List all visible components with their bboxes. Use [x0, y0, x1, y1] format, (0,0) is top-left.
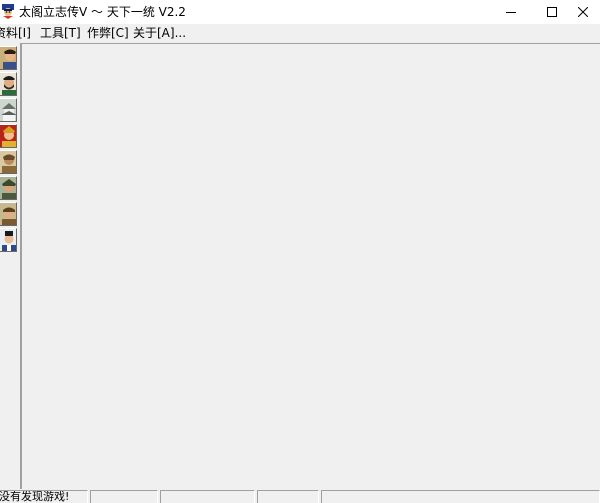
mdi-workspace[interactable] — [21, 43, 600, 489]
portrait-man-icon — [0, 47, 16, 69]
maximize-icon — [547, 7, 557, 17]
close-icon — [577, 7, 588, 17]
status-bar: 没有发现游戏! — [0, 489, 600, 503]
scholar-portrait-icon — [0, 229, 16, 251]
app-character-icon[interactable] — [0, 3, 16, 19]
menu-item-about[interactable]: 关于[A]... — [133, 25, 186, 42]
close-button[interactable] — [565, 0, 600, 24]
toolbar-button-monk[interactable] — [0, 202, 17, 226]
status-panel-4 — [257, 490, 319, 503]
portrait-bearded-man-icon — [0, 73, 16, 95]
title-bar[interactable]: 太阁立志传V ～ 天下一统 V2.2 — [0, 0, 600, 24]
menu-item-cheat[interactable]: 作弊[C] — [87, 25, 129, 42]
client-area — [0, 43, 600, 489]
toolbar-button-castle[interactable] — [0, 98, 17, 122]
window-title: 太阁立志传V ～ 天下一统 V2.2 — [19, 5, 186, 19]
toolbar-button-portrait-man[interactable] — [0, 46, 17, 70]
toolbar-button-scholar[interactable] — [0, 228, 17, 252]
toolbar-button-warrior[interactable] — [0, 176, 17, 200]
monk-portrait-icon — [0, 203, 16, 225]
menu-item-tools[interactable]: 工具[T] — [40, 25, 81, 42]
castle-icon — [0, 99, 16, 121]
lord-portrait-icon — [0, 125, 16, 147]
ninja-portrait-icon — [0, 151, 16, 173]
toolbar-button-ninja[interactable] — [0, 150, 17, 174]
menu-item-info[interactable]: 资料[I] — [0, 25, 31, 42]
status-panel-5 — [321, 490, 600, 503]
minimize-button[interactable] — [488, 0, 534, 24]
status-panel-2 — [90, 490, 158, 503]
toolbar-button-portrait-bearded[interactable] — [0, 72, 17, 96]
status-panel-3 — [160, 490, 255, 503]
minimize-icon — [506, 12, 516, 13]
side-toolbar — [0, 43, 21, 489]
warrior-portrait-icon — [0, 177, 16, 199]
toolbar-button-lord[interactable] — [0, 124, 17, 148]
status-panel-message: 没有发现游戏! — [0, 490, 88, 503]
menu-bar: 资料[I] 工具[T] 作弊[C] 关于[A]... — [0, 24, 600, 44]
